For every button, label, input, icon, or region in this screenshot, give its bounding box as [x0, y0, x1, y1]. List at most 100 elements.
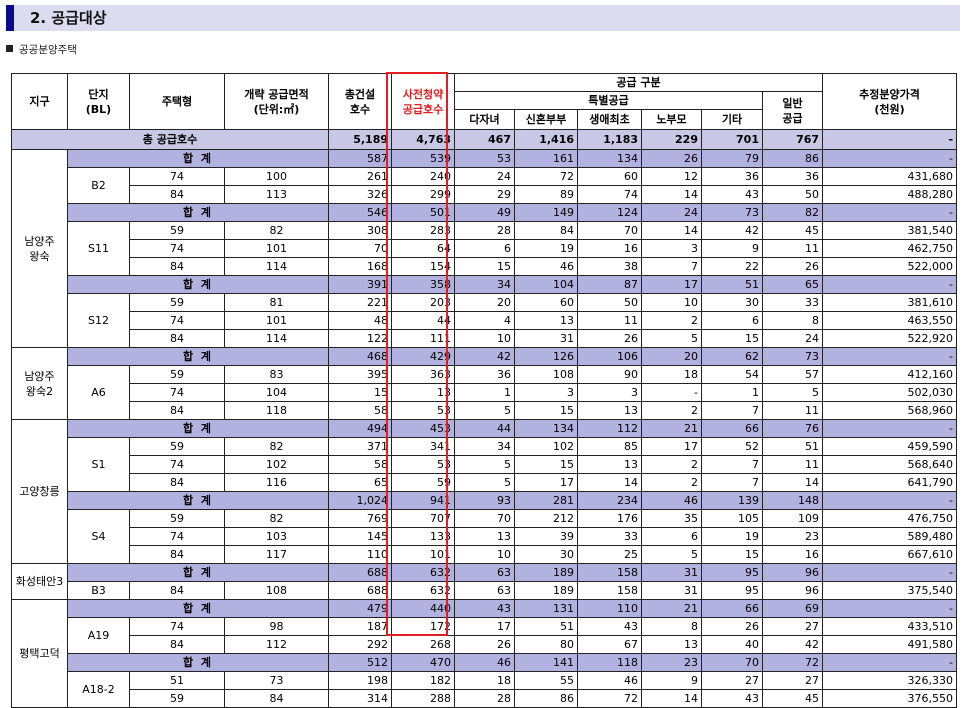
table-row: 84 114 168 154 15 46 38 7 22 26 522,000 — [12, 257, 958, 276]
value-cell: 72 — [514, 167, 578, 186]
value-cell: 24 — [454, 167, 515, 186]
value-cell: 36 — [454, 365, 515, 384]
value-cell: 141 — [514, 653, 578, 672]
table-row: S1 59 82 371 341 34 102 85 17 52 51 459,590 — [12, 437, 958, 492]
value-cell: 154 — [391, 257, 455, 276]
supply-area-cell: 81 — [224, 293, 329, 312]
value-cell: 48 — [328, 311, 392, 330]
value-cell: 14 — [577, 473, 642, 492]
value-cell: 941 — [391, 491, 455, 510]
value-cell: 512 — [328, 653, 392, 672]
value-cell: 86 — [761, 149, 824, 168]
header-estimated-price: 추정분양가격 (천원) — [822, 73, 958, 130]
value-cell: 35 — [641, 509, 702, 528]
value-cell: 468 — [328, 347, 392, 366]
value-cell: 161 — [514, 149, 578, 168]
value-cell: 124 — [577, 203, 642, 222]
table-row: A19 74 98 187 172 17 51 43 8 26 27 433,510 — [12, 617, 958, 654]
subtotal-row: 고양창릉 합 계 494 453 44 134 112 21 66 76- — [11, 419, 958, 564]
value-cell: 5 — [454, 473, 515, 492]
value-cell: 28 — [454, 221, 515, 240]
value-cell: 66 — [701, 419, 763, 438]
district-name-line: 고양창릉 — [19, 485, 60, 498]
value-cell: 375,540 — [822, 581, 958, 600]
value-cell: 8 — [641, 617, 702, 636]
house-type-cell: 84 — [129, 635, 225, 654]
value-cell: 412,160 — [822, 365, 958, 384]
subtotal-label: 합 계 — [67, 599, 329, 618]
value-cell: 2 — [641, 473, 702, 492]
value-cell: 104 — [514, 275, 578, 294]
supply-area-cell: 114 — [224, 257, 329, 276]
supply-area-cell: 118 — [224, 401, 329, 420]
value-cell: 11 — [761, 239, 824, 258]
value-cell: 13 — [514, 311, 578, 330]
block-cell: A6 — [67, 365, 130, 420]
value-cell: 65 — [761, 275, 824, 294]
supply-area-cell: 116 — [224, 473, 329, 492]
block-cell: S11 — [67, 221, 130, 276]
grand-total-value: 767 — [761, 129, 824, 150]
section-title: 2. 공급대상 — [30, 9, 107, 27]
value-cell: 667,610 — [822, 545, 958, 564]
value-cell: 15 — [514, 455, 578, 474]
value-cell: 131 — [514, 599, 578, 618]
value-cell: 43 — [577, 617, 642, 636]
value-cell: - — [822, 419, 958, 438]
value-cell: 19 — [514, 239, 578, 258]
value-cell: 46 — [454, 653, 515, 672]
supply-area-cell: 82 — [224, 437, 329, 456]
value-cell: 13 — [577, 401, 642, 420]
value-cell: 70 — [577, 221, 642, 240]
value-cell: 27 — [761, 617, 824, 636]
value-cell: 7 — [641, 257, 702, 276]
header-house-type: 주택형 — [129, 73, 225, 130]
house-type-cell: 74 — [129, 167, 225, 186]
value-cell: 51 — [701, 275, 763, 294]
value-cell: 27 — [761, 671, 824, 690]
value-cell: 90 — [577, 365, 642, 384]
grand-total-label: 총 공급호수 — [11, 129, 329, 150]
house-type-cell: 74 — [129, 527, 225, 546]
value-cell: 539 — [391, 149, 455, 168]
value-cell: 109 — [761, 509, 824, 528]
value-cell: 27 — [701, 671, 763, 690]
supply-area-cell: 84 — [224, 689, 329, 708]
value-cell: 283 — [391, 221, 455, 240]
header-multi-child: 다자녀 — [454, 109, 515, 130]
value-cell: 126 — [514, 347, 578, 366]
value-cell: 16 — [577, 239, 642, 258]
value-cell: 38 — [577, 257, 642, 276]
value-cell: 65 — [328, 473, 392, 492]
value-cell: 30 — [514, 545, 578, 564]
header-district: 지구 — [11, 73, 68, 130]
value-cell: 261 — [328, 167, 392, 186]
value-cell: 95 — [701, 581, 763, 600]
square-bullet-icon — [6, 45, 13, 52]
subtotal-row: 화성태안3 합 계 688 632 63 189 158 31 95 96- — [11, 563, 958, 600]
value-cell: 67 — [577, 635, 642, 654]
value-cell: 31 — [514, 329, 578, 348]
header-total-units: 총건설 호수 — [328, 73, 392, 130]
value-cell: - — [822, 653, 958, 672]
value-cell: - — [822, 491, 958, 510]
value-cell: 182 — [391, 671, 455, 690]
value-cell: 358 — [391, 275, 455, 294]
value-cell: 707 — [391, 509, 455, 528]
value-cell: 568,640 — [822, 455, 958, 474]
subtotal-label: 합 계 — [67, 347, 329, 366]
value-cell: 587 — [328, 149, 392, 168]
value-cell: 470 — [391, 653, 455, 672]
district-name-line: 왕숙2 — [25, 384, 54, 398]
value-cell: 51 — [514, 617, 578, 636]
value-cell: 26 — [701, 617, 763, 636]
value-cell: 57 — [761, 365, 824, 384]
value-cell: 84 — [514, 221, 578, 240]
value-cell: 23 — [761, 527, 824, 546]
value-cell: 491,580 — [822, 635, 958, 654]
value-cell: 688 — [328, 563, 392, 582]
value-cell: 62 — [701, 347, 763, 366]
table-row: S11 59 82 308 283 28 84 70 14 42 45 381,540 — [12, 221, 958, 276]
grand-total-value: 4,763 — [391, 129, 455, 150]
value-cell: 314 — [328, 689, 392, 708]
